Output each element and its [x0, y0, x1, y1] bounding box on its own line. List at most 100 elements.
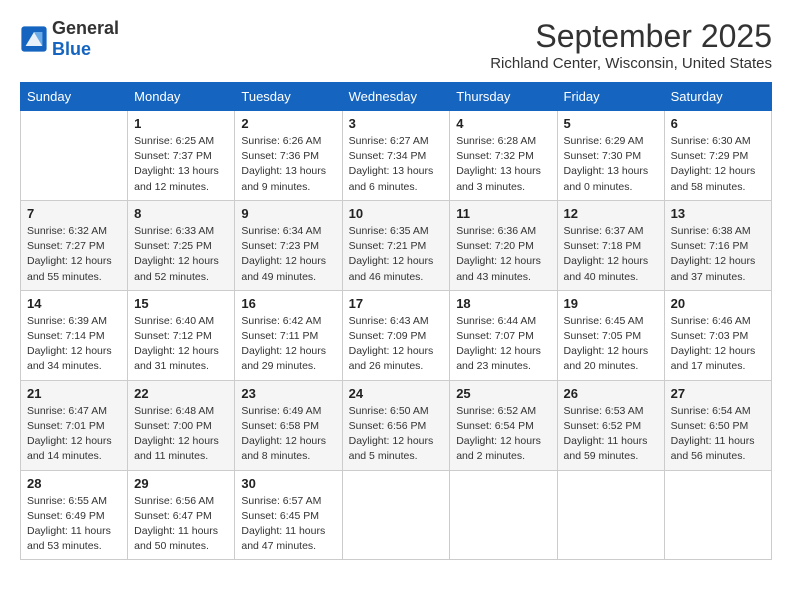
day-info: Sunrise: 6:36 AMSunset: 7:20 PMDaylight:… — [456, 224, 550, 285]
day-number: 6 — [671, 116, 765, 131]
calendar-cell: 7Sunrise: 6:32 AMSunset: 7:27 PMDaylight… — [21, 200, 128, 290]
day-info: Sunrise: 6:25 AMSunset: 7:37 PMDaylight:… — [134, 134, 228, 195]
day-number: 19 — [564, 296, 658, 311]
calendar-week-1: 1 Sunrise: 6:25 AMSunset: 7:37 PMDaylight… — [21, 111, 772, 201]
logo-text: General Blue — [52, 18, 119, 59]
title-block: September 2025 Richland Center, Wisconsi… — [490, 18, 772, 72]
calendar-cell: 11 Sunrise: 6:36 AMSunset: 7:20 PMDayligh… — [450, 200, 557, 290]
calendar-cell: 22Sunrise: 6:48 AMSunset: 7:00 PMDayligh… — [128, 380, 235, 470]
calendar-cell — [450, 470, 557, 560]
day-number: 8 — [134, 206, 228, 221]
day-number: 24 — [349, 386, 444, 401]
day-info: Sunrise: 6:39 AMSunset: 7:14 PMDaylight:… — [27, 314, 121, 375]
day-info: Sunrise: 6:57 AMSunset: 6:45 PMDaylight:… — [241, 494, 335, 555]
calendar-cell: 25Sunrise: 6:52 AMSunset: 6:54 PMDayligh… — [450, 380, 557, 470]
day-number: 12 — [564, 206, 658, 221]
day-info: Sunrise: 6:50 AMSunset: 6:56 PMDaylight:… — [349, 404, 444, 465]
day-number: 26 — [564, 386, 658, 401]
location-subtitle: Richland Center, Wisconsin, United State… — [490, 55, 772, 72]
calendar-cell: 28 Sunrise: 6:55 AMSunset: 6:49 PMDayligh… — [21, 470, 128, 560]
day-info: Sunrise: 6:56 AMSunset: 6:47 PMDaylight:… — [134, 494, 228, 555]
day-number: 18 — [456, 296, 550, 311]
calendar-cell: 8 Sunrise: 6:33 AMSunset: 7:25 PMDaylight… — [128, 200, 235, 290]
weekday-header-monday: Monday — [128, 83, 235, 111]
day-info: Sunrise: 6:37 AMSunset: 7:18 PMDaylight:… — [564, 224, 658, 285]
day-number: 28 — [27, 476, 121, 491]
calendar-cell: 23 Sunrise: 6:49 AMSunset: 6:58 PMDayligh… — [235, 380, 342, 470]
day-info: Sunrise: 6:48 AMSunset: 7:00 PMDaylight:… — [134, 404, 228, 465]
weekday-header-row: SundayMondayTuesdayWednesdayThursdayFrid… — [21, 83, 772, 111]
calendar-cell: 5 Sunrise: 6:29 AMSunset: 7:30 PMDaylight… — [557, 111, 664, 201]
calendar-cell: 18 Sunrise: 6:44 AMSunset: 7:07 PMDayligh… — [450, 290, 557, 380]
day-info: Sunrise: 6:29 AMSunset: 7:30 PMDaylight:… — [564, 134, 658, 195]
calendar-cell: 6 Sunrise: 6:30 AMSunset: 7:29 PMDaylight… — [664, 111, 771, 201]
calendar-cell: 17Sunrise: 6:43 AMSunset: 7:09 PMDayligh… — [342, 290, 450, 380]
day-number: 1 — [134, 116, 228, 131]
calendar-cell: 1 Sunrise: 6:25 AMSunset: 7:37 PMDaylight… — [128, 111, 235, 201]
day-info: Sunrise: 6:42 AMSunset: 7:11 PMDaylight:… — [241, 314, 335, 375]
day-info: Sunrise: 6:47 AMSunset: 7:01 PMDaylight:… — [27, 404, 121, 465]
calendar-cell: 21Sunrise: 6:47 AMSunset: 7:01 PMDayligh… — [21, 380, 128, 470]
day-info: Sunrise: 6:49 AMSunset: 6:58 PMDaylight:… — [241, 404, 335, 465]
calendar-week-3: 14 Sunrise: 6:39 AMSunset: 7:14 PMDayligh… — [21, 290, 772, 380]
calendar-cell: 20Sunrise: 6:46 AMSunset: 7:03 PMDayligh… — [664, 290, 771, 380]
calendar-cell: 30 Sunrise: 6:57 AMSunset: 6:45 PMDayligh… — [235, 470, 342, 560]
calendar-week-4: 21Sunrise: 6:47 AMSunset: 7:01 PMDayligh… — [21, 380, 772, 470]
calendar-cell: 10 Sunrise: 6:35 AMSunset: 7:21 PMDayligh… — [342, 200, 450, 290]
day-info: Sunrise: 6:32 AMSunset: 7:27 PMDaylight:… — [27, 224, 121, 285]
weekday-header-wednesday: Wednesday — [342, 83, 450, 111]
day-info: Sunrise: 6:26 AMSunset: 7:36 PMDaylight:… — [241, 134, 335, 195]
day-info: Sunrise: 6:45 AMSunset: 7:05 PMDaylight:… — [564, 314, 658, 375]
weekday-header-sunday: Sunday — [21, 83, 128, 111]
day-number: 10 — [349, 206, 444, 221]
day-info: Sunrise: 6:33 AMSunset: 7:25 PMDaylight:… — [134, 224, 228, 285]
weekday-header-tuesday: Tuesday — [235, 83, 342, 111]
day-number: 23 — [241, 386, 335, 401]
day-number: 11 — [456, 206, 550, 221]
logo: General Blue — [20, 18, 119, 59]
day-info: Sunrise: 6:35 AMSunset: 7:21 PMDaylight:… — [349, 224, 444, 285]
calendar-cell: 2 Sunrise: 6:26 AMSunset: 7:36 PMDaylight… — [235, 111, 342, 201]
calendar-cell — [21, 111, 128, 201]
calendar-cell: 13 Sunrise: 6:38 AMSunset: 7:16 PMDayligh… — [664, 200, 771, 290]
calendar-cell: 24 Sunrise: 6:50 AMSunset: 6:56 PMDayligh… — [342, 380, 450, 470]
calendar-cell — [342, 470, 450, 560]
day-number: 25 — [456, 386, 550, 401]
calendar-cell — [557, 470, 664, 560]
calendar-cell: 29 Sunrise: 6:56 AMSunset: 6:47 PMDayligh… — [128, 470, 235, 560]
calendar-cell: 3Sunrise: 6:27 AMSunset: 7:34 PMDaylight… — [342, 111, 450, 201]
day-number: 13 — [671, 206, 765, 221]
day-number: 29 — [134, 476, 228, 491]
calendar-cell: 19 Sunrise: 6:45 AMSunset: 7:05 PMDayligh… — [557, 290, 664, 380]
calendar-week-2: 7Sunrise: 6:32 AMSunset: 7:27 PMDaylight… — [21, 200, 772, 290]
day-info: Sunrise: 6:30 AMSunset: 7:29 PMDaylight:… — [671, 134, 765, 195]
day-info: Sunrise: 6:55 AMSunset: 6:49 PMDaylight:… — [27, 494, 121, 555]
calendar-cell: 12 Sunrise: 6:37 AMSunset: 7:18 PMDayligh… — [557, 200, 664, 290]
calendar-cell — [664, 470, 771, 560]
generalblue-logo-icon — [20, 25, 48, 53]
calendar-cell: 27Sunrise: 6:54 AMSunset: 6:50 PMDayligh… — [664, 380, 771, 470]
day-number: 4 — [456, 116, 550, 131]
day-info: Sunrise: 6:54 AMSunset: 6:50 PMDaylight:… — [671, 404, 765, 465]
calendar-week-5: 28 Sunrise: 6:55 AMSunset: 6:49 PMDayligh… — [21, 470, 772, 560]
weekday-header-friday: Friday — [557, 83, 664, 111]
calendar-cell: 15Sunrise: 6:40 AMSunset: 7:12 PMDayligh… — [128, 290, 235, 380]
calendar-table: SundayMondayTuesdayWednesdayThursdayFrid… — [20, 82, 772, 560]
page-header: General Blue September 2025 Richland Cen… — [20, 18, 772, 72]
calendar-cell: 9Sunrise: 6:34 AMSunset: 7:23 PMDaylight… — [235, 200, 342, 290]
calendar-cell: 14 Sunrise: 6:39 AMSunset: 7:14 PMDayligh… — [21, 290, 128, 380]
calendar-cell: 4Sunrise: 6:28 AMSunset: 7:32 PMDaylight… — [450, 111, 557, 201]
calendar-cell: 16Sunrise: 6:42 AMSunset: 7:11 PMDayligh… — [235, 290, 342, 380]
calendar-cell: 26 Sunrise: 6:53 AMSunset: 6:52 PMDayligh… — [557, 380, 664, 470]
weekday-header-thursday: Thursday — [450, 83, 557, 111]
day-info: Sunrise: 6:44 AMSunset: 7:07 PMDaylight:… — [456, 314, 550, 375]
day-number: 2 — [241, 116, 335, 131]
day-info: Sunrise: 6:46 AMSunset: 7:03 PMDaylight:… — [671, 314, 765, 375]
day-info: Sunrise: 6:53 AMSunset: 6:52 PMDaylight:… — [564, 404, 658, 465]
day-number: 5 — [564, 116, 658, 131]
day-info: Sunrise: 6:38 AMSunset: 7:16 PMDaylight:… — [671, 224, 765, 285]
day-info: Sunrise: 6:34 AMSunset: 7:23 PMDaylight:… — [241, 224, 335, 285]
day-number: 30 — [241, 476, 335, 491]
day-number: 14 — [27, 296, 121, 311]
day-number: 17 — [349, 296, 444, 311]
